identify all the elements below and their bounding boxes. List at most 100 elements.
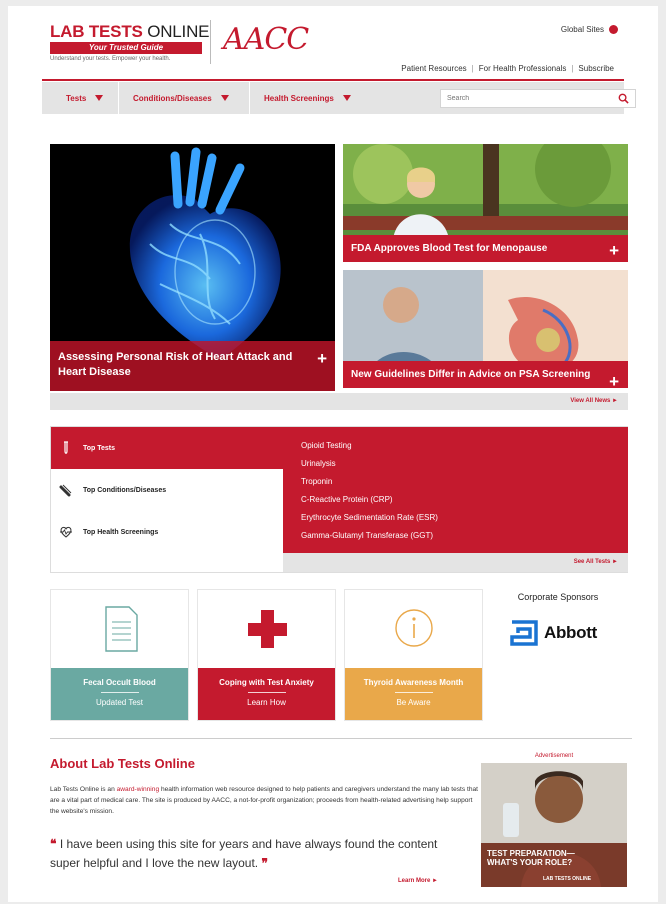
- search-box: [440, 89, 636, 108]
- patient-resources-link[interactable]: Patient Resources: [401, 64, 466, 73]
- main-nav: Tests Conditions/Diseases Health Screeni…: [42, 82, 636, 114]
- learn-more-link[interactable]: Learn More ►: [398, 878, 438, 884]
- abbott-logo[interactable]: Abbott: [510, 620, 597, 646]
- caret-down-icon: [342, 95, 351, 101]
- test-link-ggt[interactable]: Gamma-Glutamyl Transferase (GGT): [301, 527, 628, 545]
- tab-top-tests[interactable]: Top Tests: [51, 427, 283, 469]
- global-sites-link[interactable]: Global Sites: [561, 25, 618, 34]
- card-footer: Coping with Test Anxiety Learn How: [198, 668, 335, 720]
- card-title: Coping with Test Anxiety: [219, 678, 314, 687]
- test-tube-icon: [64, 441, 68, 454]
- ad-headline: TEST PREPARATION— WHAT'S YOUR ROLE?: [487, 849, 575, 867]
- test-link-troponin[interactable]: Troponin: [301, 473, 628, 491]
- view-all-news-bar: View All News ►: [50, 393, 628, 410]
- card-subtitle: Be Aware: [396, 698, 431, 707]
- nav-health-screenings-label: Health Screenings: [264, 93, 334, 103]
- utility-links: Patient Resources | For Health Professio…: [401, 64, 614, 73]
- test-link-crp[interactable]: C-Reactive Protein (CRP): [301, 491, 628, 509]
- advertisement-banner[interactable]: TEST PREPARATION— WHAT'S YOUR ROLE? LAB …: [481, 763, 627, 887]
- sponsors-title: Corporate Sponsors: [517, 592, 599, 602]
- see-all-tests-link[interactable]: See All Tests ►: [574, 559, 618, 565]
- card-divider: [394, 692, 433, 693]
- about-title: About Lab Tests Online: [50, 756, 195, 771]
- about-divider: [50, 738, 632, 739]
- plus-icon: +: [317, 349, 327, 368]
- view-all-news-link[interactable]: View All News ►: [570, 398, 618, 404]
- card-icon-area: [345, 590, 482, 670]
- tab-top-screenings[interactable]: Top Health Screenings: [51, 511, 283, 553]
- card-icon-area: [198, 590, 335, 670]
- advertisement-label: Advertisement: [534, 753, 574, 759]
- testimonial-text: I have been using this site for years an…: [50, 837, 438, 870]
- test-link-esr[interactable]: Erythrocyte Sedimentation Rate (ESR): [301, 509, 628, 527]
- search-input[interactable]: [441, 90, 611, 107]
- nav-divider: [249, 82, 250, 114]
- health-professionals-link[interactable]: For Health Professionals: [479, 64, 567, 73]
- heart-pulse-icon: [60, 526, 72, 538]
- link-separator: |: [471, 64, 474, 73]
- header-rule: [42, 79, 624, 81]
- logo-title: LAB TESTS ONLINE: [50, 23, 209, 41]
- side-story-1-title: FDA Approves Blood Test for Menopause: [351, 243, 548, 254]
- ad-headline-2: WHAT'S YOUR ROLE?: [487, 858, 573, 867]
- logo-divider: [210, 20, 211, 64]
- page: LAB TESTS ONLINE Your Trusted Guide Unde…: [8, 6, 658, 902]
- award-winning-link[interactable]: award-winning: [117, 786, 160, 793]
- card-subtitle: Updated Test: [96, 698, 143, 707]
- tests-tabs: Top Tests Top Conditions/Diseases Top He…: [51, 427, 283, 572]
- card-title: Fecal Occult Blood: [83, 678, 156, 687]
- nav-conditions-label: Conditions/Diseases: [133, 93, 212, 103]
- hero-main-caption: Assessing Personal Risk of Heart Attack …: [50, 341, 335, 391]
- search-icon[interactable]: [618, 93, 629, 104]
- side-story-2-title: New Guidelines Differ in Advice on PSA S…: [351, 369, 591, 380]
- card-icon-area: [51, 590, 188, 670]
- subscribe-link[interactable]: Subscribe: [578, 64, 614, 73]
- ad-brand: LAB TESTS ONLINE: [543, 876, 592, 882]
- pill-icon: [59, 484, 72, 497]
- testimonial-quote: ❝ I have been using this site for years …: [50, 835, 450, 873]
- caret-down-icon: [220, 95, 229, 101]
- document-icon: [105, 606, 138, 652]
- info-icon: [395, 609, 433, 647]
- logo-tagline-bar: Your Trusted Guide: [50, 42, 202, 54]
- nav-tests-label: Tests: [66, 93, 87, 103]
- test-link-urinalysis[interactable]: Urinalysis: [301, 455, 628, 473]
- hero-side-story-2[interactable]: New Guidelines Differ in Advice on PSA S…: [343, 270, 628, 388]
- card-title: Thyroid Awareness Month: [363, 678, 464, 687]
- about-text-start: Lab Tests Online is an: [50, 786, 117, 793]
- red-cross-icon: [248, 610, 287, 648]
- woman-drinking-photo: [481, 763, 627, 887]
- see-all-tests-bar: See All Tests ►: [283, 553, 628, 572]
- tab-top-conditions[interactable]: Top Conditions/Diseases: [51, 469, 283, 511]
- plus-icon: +: [609, 241, 619, 260]
- hero-main-story[interactable]: Assessing Personal Risk of Heart Attack …: [50, 144, 335, 391]
- close-quote-icon: ❞: [261, 856, 268, 870]
- card-footer: Thyroid Awareness Month Be Aware: [345, 668, 482, 720]
- global-sites-label: Global Sites: [560, 25, 604, 34]
- nav-tests[interactable]: Tests: [66, 82, 104, 114]
- top-tests-section: Top Tests Top Conditions/Diseases Top He…: [50, 426, 628, 573]
- caret-down-icon: [95, 95, 104, 101]
- nav-health-screenings[interactable]: Health Screenings: [264, 82, 351, 114]
- card-fecal-occult-blood[interactable]: Fecal Occult Blood Updated Test: [50, 589, 189, 721]
- hero-side-story-1[interactable]: FDA Approves Blood Test for Menopause +: [343, 144, 628, 262]
- about-text: Lab Tests Online is an award-winning hea…: [50, 784, 480, 817]
- card-footer: Fecal Occult Blood Updated Test: [51, 668, 188, 720]
- card-thyroid-awareness[interactable]: Thyroid Awareness Month Be Aware: [344, 589, 483, 721]
- hero-main-title: Assessing Personal Risk of Heart Attack …: [58, 351, 293, 378]
- tab-top-tests-label: Top Tests: [83, 444, 116, 452]
- tab-top-screenings-label: Top Health Screenings: [83, 528, 159, 536]
- card-divider: [247, 692, 286, 693]
- globe-icon: [609, 25, 618, 34]
- card-divider: [100, 692, 139, 693]
- side-story-2-caption: New Guidelines Differ in Advice on PSA S…: [343, 361, 628, 388]
- test-link-opioid[interactable]: Opioid Testing: [301, 437, 628, 455]
- open-quote-icon: ❝: [50, 837, 57, 851]
- logo-tagline: Understand your tests. Empower your heal…: [50, 56, 171, 62]
- nav-conditions[interactable]: Conditions/Diseases: [133, 82, 229, 114]
- logo-title-online: ONLINE: [147, 22, 210, 41]
- ad-headline-1: TEST PREPARATION—: [487, 849, 575, 858]
- site-logo[interactable]: LAB TESTS ONLINE Your Trusted Guide Unde…: [50, 23, 209, 62]
- aacc-logo[interactable]: AACC: [223, 22, 309, 57]
- card-coping-test-anxiety[interactable]: Coping with Test Anxiety Learn How: [197, 589, 336, 721]
